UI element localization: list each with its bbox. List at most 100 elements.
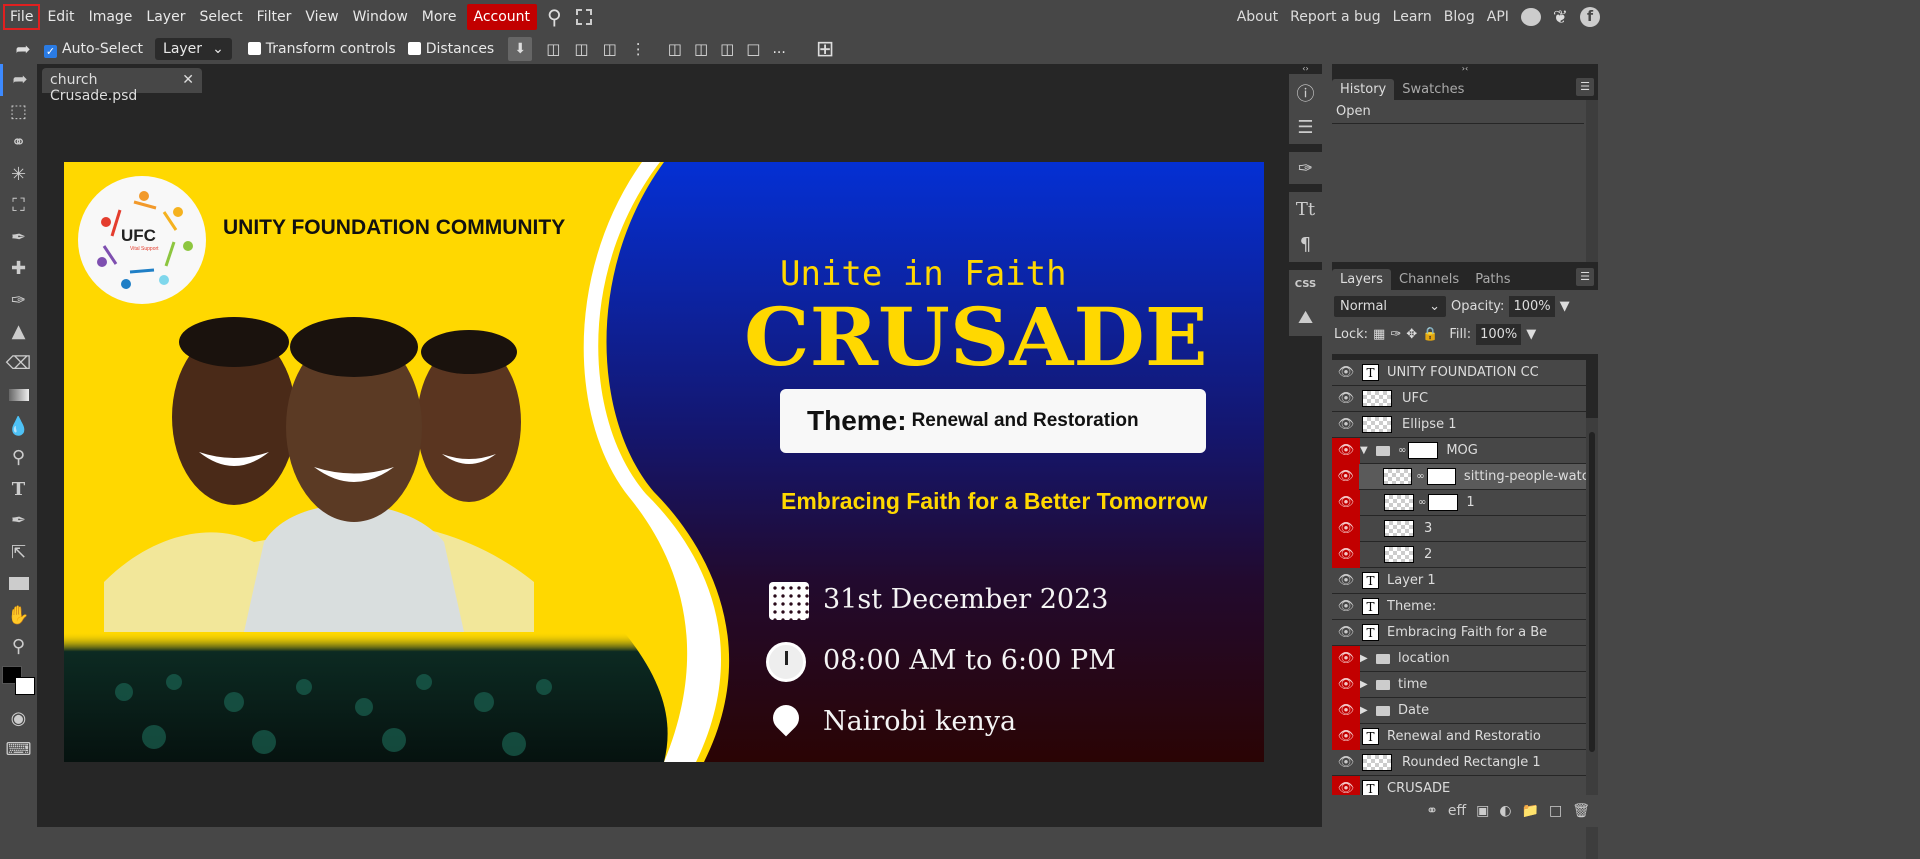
lasso-tool-icon[interactable]: ⚭ [0, 127, 37, 159]
download-icon[interactable]: ⬇ [508, 37, 533, 61]
grid-icon[interactable]: ⊞ [816, 37, 834, 62]
more-options[interactable]: ... [772, 41, 785, 57]
new-group-icon[interactable]: 📁 [1522, 803, 1539, 819]
shape-tool-icon[interactable] [0, 568, 37, 600]
lock-paint-icon[interactable]: ✑ [1390, 327, 1401, 342]
align-icons[interactable]: ◫◫◫⋮ [546, 40, 660, 58]
tab-paths[interactable]: Paths [1467, 269, 1518, 290]
distances-checkbox[interactable]: Distances [407, 41, 494, 57]
visibility-eye-icon[interactable]: 👁 [1332, 386, 1360, 412]
quick-mask-icon[interactable]: ◉ [0, 703, 37, 735]
lock-transparency-icon[interactable]: ▦ [1373, 327, 1385, 342]
layer-row[interactable]: 👁 T Theme: [1332, 594, 1586, 620]
css-icon[interactable]: CSS [1295, 279, 1316, 290]
expand-arrow-right-icon[interactable]: ▶ [1360, 705, 1372, 716]
menu-edit[interactable]: Edit [40, 4, 81, 30]
close-icon[interactable]: ✕ [182, 72, 194, 89]
account-button[interactable]: Account [466, 4, 538, 30]
canvas[interactable]: UFC Vital Support UNITY FOUNDATION COMMU… [64, 162, 1264, 762]
tab-channels[interactable]: Channels [1391, 269, 1467, 290]
color-swatches-icon[interactable] [0, 663, 37, 703]
layer-row[interactable]: 👁 3 [1332, 515, 1586, 542]
layer-row[interactable]: 👁 UFC [1332, 386, 1586, 412]
fill-dropdown-icon[interactable]: ▼ [1526, 327, 1536, 342]
image-icon[interactable]: ⛰ [1298, 307, 1313, 328]
visibility-eye-icon[interactable]: 👁 [1332, 620, 1360, 646]
layer-row[interactable]: 👁 ▶ Date [1332, 697, 1586, 724]
effects-icon[interactable]: eff [1448, 803, 1466, 819]
about-link[interactable]: About [1237, 9, 1278, 25]
expand-arrow-down-icon[interactable]: ▼ [1360, 445, 1372, 456]
menu-layer[interactable]: Layer [139, 4, 192, 30]
visibility-eye-icon[interactable]: 👁 [1332, 437, 1360, 464]
move-tool-icon[interactable]: ➦ [0, 64, 37, 96]
eyedropper-icon[interactable]: ✒ [0, 222, 37, 254]
layer-row[interactable]: 👁 T Layer 1 [1332, 568, 1586, 594]
layer-row[interactable]: 👁 ▼ ∞ MOG [1332, 437, 1586, 464]
menu-select[interactable]: Select [192, 4, 249, 30]
visibility-eye-icon[interactable]: 👁 [1332, 645, 1360, 672]
document-tab[interactable]: church Crusade.psd ✕ [42, 68, 202, 104]
tab-history[interactable]: History [1332, 79, 1395, 100]
lock-position-icon[interactable]: ✥ [1406, 327, 1417, 342]
link-layers-icon[interactable]: ⚭ [1426, 803, 1438, 819]
visibility-eye-icon[interactable]: 👁 [1332, 541, 1360, 568]
hand-tool-icon[interactable]: ✋ [0, 600, 37, 632]
menu-filter[interactable]: Filter [250, 4, 299, 30]
layer-row[interactable]: 👁 Ellipse 1 [1332, 412, 1586, 438]
marquee-tool-icon[interactable]: ⬚ [0, 96, 37, 128]
learn-link[interactable]: Learn [1393, 9, 1432, 25]
new-layer-icon[interactable]: □ [1549, 803, 1562, 819]
clone-stamp-icon[interactable]: ▲ [0, 316, 37, 348]
blend-mode-dropdown[interactable]: Normal ⌄ [1334, 295, 1446, 317]
menu-view[interactable]: View [298, 4, 345, 30]
visibility-eye-icon[interactable]: 👁 [1332, 489, 1360, 516]
distribute-icons[interactable]: ◫◫◫□ [668, 40, 773, 58]
visibility-eye-icon[interactable]: 👁 [1332, 412, 1360, 438]
delete-layer-icon[interactable]: 🗑 [1572, 803, 1590, 819]
facebook-icon[interactable]: f [1580, 7, 1600, 27]
brush-tool-icon[interactable]: ✑ [0, 285, 37, 317]
opacity-dropdown-icon[interactable]: ▼ [1560, 299, 1570, 314]
menu-image[interactable]: Image [82, 4, 140, 30]
twitter-icon[interactable]: ❦ [1553, 7, 1568, 28]
blur-tool-icon[interactable]: 💧 [0, 411, 37, 443]
history-scrollbar[interactable] [1586, 100, 1598, 262]
info-icon[interactable]: ⓘ [1297, 80, 1315, 106]
magic-wand-icon[interactable]: ✳ [0, 159, 37, 191]
opacity-input[interactable]: 100% [1509, 295, 1555, 317]
lock-all-icon[interactable]: 🔒 [1422, 327, 1438, 342]
expand-arrow-right-icon[interactable]: ▶ [1360, 653, 1372, 664]
healing-brush-icon[interactable]: ✚ [0, 253, 37, 285]
history-item[interactable]: Open [1332, 100, 1584, 124]
visibility-eye-icon[interactable]: 👁 [1332, 515, 1360, 542]
auto-select-checkbox[interactable]: ✓ Auto-Select [44, 41, 143, 58]
tab-layers[interactable]: Layers [1332, 269, 1392, 290]
layer-row[interactable]: 👁 2 [1332, 541, 1586, 568]
transform-controls-checkbox[interactable]: Transform controls [247, 41, 396, 57]
layer-row[interactable]: 👁 ∞ 1 [1332, 489, 1586, 516]
menu-more[interactable]: More [415, 4, 464, 30]
visibility-eye-icon[interactable]: 👁 [1332, 463, 1360, 490]
layer-row[interactable]: 👁 T UNITY FOUNDATION CC [1332, 360, 1586, 386]
menu-window[interactable]: Window [346, 4, 415, 30]
character-icon[interactable]: Tt [1296, 199, 1315, 220]
dodge-tool-icon[interactable]: ⚲ [0, 442, 37, 474]
visibility-eye-icon[interactable]: 👁 [1332, 697, 1360, 724]
layer-row[interactable]: 👁 ▶ time [1332, 671, 1586, 698]
layer-row[interactable]: 👁 ▶ location [1332, 645, 1586, 672]
fullscreen-icon[interactable] [575, 9, 592, 25]
brush-settings-icon[interactable]: ✑ [1298, 158, 1313, 179]
type-tool-icon[interactable]: T [0, 474, 37, 506]
visibility-eye-icon[interactable]: 👁 [1332, 568, 1360, 594]
zoom-tool-icon[interactable]: ⚲ [0, 631, 37, 663]
history-menu-icon[interactable]: ☰ [1576, 78, 1594, 96]
pen-tool-icon[interactable]: ✒ [0, 505, 37, 537]
visibility-eye-icon[interactable]: 👁 [1332, 750, 1360, 776]
gradient-tool-icon[interactable] [0, 379, 37, 411]
search-icon[interactable]: ⚲ [547, 5, 562, 29]
visibility-eye-icon[interactable]: 👁 [1332, 671, 1360, 698]
visibility-eye-icon[interactable]: 👁 [1332, 360, 1360, 386]
visibility-eye-icon[interactable]: 👁 [1332, 723, 1360, 750]
menu-file[interactable]: File [3, 4, 41, 30]
